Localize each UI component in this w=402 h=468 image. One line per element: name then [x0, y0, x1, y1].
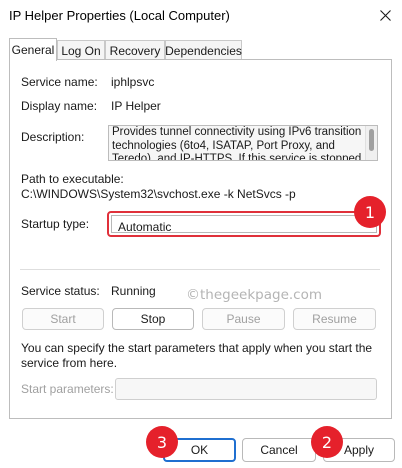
- start-parameters-label: Start parameters:: [21, 382, 114, 396]
- start-params-help: You can specify the start parameters tha…: [21, 341, 373, 370]
- tab-general[interactable]: General: [9, 38, 57, 61]
- service-status-label: Service status:: [21, 284, 100, 298]
- startup-type-select[interactable]: Automatic: [107, 211, 381, 237]
- tab-recovery[interactable]: Recovery: [105, 40, 165, 60]
- description-text: Provides tunnel connectivity using IPv6 …: [112, 126, 362, 161]
- apply-button-label: Apply: [343, 443, 375, 457]
- resume-button[interactable]: Resume: [293, 308, 376, 330]
- cancel-button[interactable]: Cancel: [242, 438, 316, 462]
- cancel-button-label: Cancel: [260, 443, 298, 457]
- service-status-value: Running: [111, 284, 156, 298]
- tab-dependencies[interactable]: Dependencies: [165, 40, 242, 60]
- pause-button-label: Pause: [226, 312, 261, 326]
- description-box[interactable]: Provides tunnel connectivity using IPv6 …: [108, 125, 378, 161]
- separator: [20, 269, 380, 270]
- annotation-badge-1: 1: [354, 196, 386, 228]
- start-parameters-input[interactable]: [115, 378, 377, 400]
- description-scrollbar[interactable]: [365, 126, 377, 160]
- ok-button-label: OK: [190, 443, 209, 457]
- close-icon: [379, 9, 391, 21]
- tab-dependencies-label: Dependencies: [165, 43, 242, 58]
- scrollbar-thumb[interactable]: [369, 129, 374, 151]
- pause-button[interactable]: Pause: [202, 308, 285, 330]
- startup-type-label: Startup type:: [21, 217, 90, 231]
- tab-general-label: General: [11, 43, 55, 57]
- display-name-label: Display name:: [21, 99, 98, 113]
- tab-recovery-label: Recovery: [109, 43, 161, 58]
- title-bar: IP Helper Properties (Local Computer): [0, 0, 402, 32]
- startup-type-value: Automatic: [118, 220, 172, 234]
- description-label: Description:: [21, 130, 85, 144]
- display-name-value: IP Helper: [111, 99, 161, 113]
- resume-button-label: Resume: [312, 312, 357, 326]
- window-title: IP Helper Properties (Local Computer): [9, 8, 230, 23]
- close-button[interactable]: [372, 4, 398, 26]
- path-value: C:\WINDOWS\System32\svchost.exe -k NetSv…: [21, 187, 296, 201]
- startup-type-field: Automatic: [111, 215, 377, 234]
- path-label: Path to executable:: [21, 172, 124, 186]
- watermark-text: thegeekpage.com: [200, 287, 322, 303]
- service-name-label: Service name:: [21, 75, 98, 89]
- annotation-badge-3: 3: [146, 426, 178, 458]
- start-button[interactable]: Start: [22, 308, 104, 330]
- copyright-symbol: ©: [186, 287, 200, 303]
- service-name-value: iphlpsvc: [111, 75, 155, 89]
- tab-log-on[interactable]: Log On: [57, 40, 105, 60]
- watermark: ©thegeekpage.com: [186, 287, 322, 303]
- annotation-badge-2: 2: [311, 426, 343, 458]
- stop-button-label: Stop: [140, 312, 166, 326]
- stop-button[interactable]: Stop: [112, 308, 194, 330]
- start-button-label: Start: [50, 312, 76, 326]
- tab-log-on-label: Log On: [61, 43, 101, 58]
